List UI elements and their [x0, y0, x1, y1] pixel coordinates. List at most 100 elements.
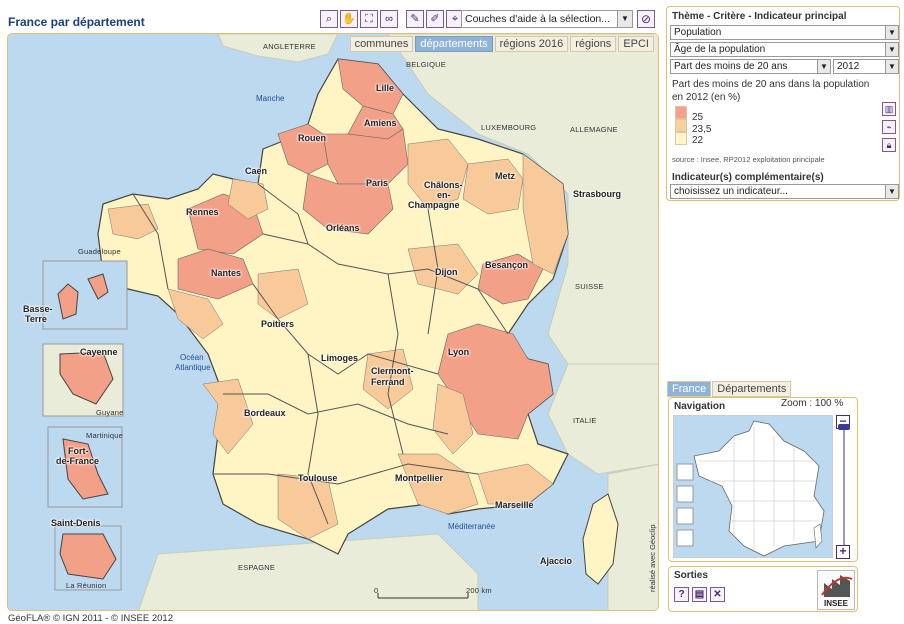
city-strasbourg[interactable]: Strasbourg	[573, 189, 621, 199]
legend-swatch-mid	[675, 119, 687, 132]
lock-icon[interactable]: 🔒︎	[882, 138, 896, 152]
country-label-allemagne: ALLEMAGNE	[570, 125, 618, 134]
theme-select[interactable]: Population ▼	[670, 25, 899, 40]
print-icon[interactable]: ▤	[692, 587, 707, 602]
legend-swatch-low	[675, 132, 687, 145]
city-poitiers[interactable]: Poitiers	[261, 319, 294, 329]
indicateur-select[interactable]: Part des moins de 20 ans ▼	[670, 59, 831, 74]
city-lyon[interactable]: Lyon	[448, 347, 469, 357]
city-nantes[interactable]: Nantes	[211, 268, 241, 278]
country-label-suisse: SUISSE	[575, 282, 604, 291]
city-clermont-2[interactable]: Ferrand	[371, 377, 405, 387]
indicator-panel: Thème - Critère - Indicateur principal P…	[666, 6, 900, 201]
city-bordeaux[interactable]: Bordeaux	[244, 408, 286, 418]
city-fort-de-france-2[interactable]: de-France	[56, 456, 99, 466]
layer-select[interactable]: Couches d'aide à la sélection... ▼	[461, 10, 633, 28]
zoom-slider-track[interactable]	[843, 418, 845, 553]
graph-icon[interactable]: ⌁	[882, 120, 896, 134]
city-caen[interactable]: Caen	[245, 166, 267, 176]
help-icon[interactable]: ?	[674, 587, 689, 602]
city-marseille[interactable]: Marseille	[495, 500, 534, 510]
city-basse-terre-2[interactable]: Terre	[25, 314, 47, 324]
city-besancon[interactable]: Besançon	[485, 260, 528, 270]
complementary-select[interactable]: choisissez un indicateur... ▼	[670, 184, 899, 199]
sea-label-mediterranee: Méditerranée	[448, 522, 496, 531]
scale-km: 200 km	[466, 586, 492, 595]
chevron-down-icon[interactable]: ▼	[817, 60, 830, 73]
zoom-in-button[interactable]: +	[836, 545, 850, 559]
map-frame[interactable]: communes départements régions 2016 régio…	[7, 33, 659, 611]
city-montpellier[interactable]: Montpellier	[395, 473, 443, 483]
year-select[interactable]: 2012 ▼	[833, 59, 899, 74]
city-rouen[interactable]: Rouen	[298, 133, 326, 143]
city-limoges[interactable]: Limoges	[321, 353, 358, 363]
indicator-title: Part des moins de 20 ans dans la populat…	[672, 79, 870, 103]
city-amiens[interactable]: Amiens	[364, 118, 397, 128]
city-ajaccio[interactable]: Ajaccio	[540, 556, 572, 566]
insee-logo: INSEE	[817, 570, 855, 610]
city-paris[interactable]: Paris	[366, 178, 388, 188]
overview-map[interactable]	[673, 415, 833, 558]
tab-communes[interactable]: communes	[349, 36, 414, 52]
city-dijon[interactable]: Dijon	[435, 267, 458, 277]
fullscreen-icon[interactable]: ⛶	[360, 10, 378, 28]
city-orleans[interactable]: Orléans	[326, 223, 360, 233]
zoom-level: Zoom : 100 %	[781, 398, 844, 409]
legend-value-low: 22	[692, 135, 704, 146]
theme-value: Population	[674, 27, 722, 38]
nav-tab-departements[interactable]: Départements	[712, 381, 792, 397]
map-toolbar: ⌕ ✋ ⛶ ∞ ✎ ✐ ⌖	[320, 10, 464, 28]
measure-icon[interactable]: ✎	[406, 10, 424, 28]
scale-zero: 0	[374, 586, 379, 595]
city-chalons-1[interactable]: Châlons-	[424, 180, 463, 190]
erase-selection-icon[interactable]: ⊘	[637, 10, 655, 28]
city-fort-de-france-1[interactable]: Fort-	[68, 446, 89, 456]
table-icon[interactable]: ▥	[882, 102, 896, 116]
close-icon[interactable]: ✕	[710, 587, 725, 602]
city-chalons-3[interactable]: Champagne	[408, 200, 460, 210]
sea-label-ocean: Océan	[180, 353, 204, 362]
choropleth-map[interactable]	[8, 34, 659, 611]
source-note: source : Insee, RP2012 exploitation prin…	[672, 155, 825, 164]
sea-label-manche: Manche	[256, 94, 285, 103]
panel-heading: Thème - Critère - Indicateur principal	[672, 11, 847, 22]
city-metz[interactable]: Metz	[495, 171, 515, 181]
level-tabs: communes départements régions 2016 régio…	[349, 36, 654, 52]
geoclip-credit: réalisé avec Géoclip	[648, 524, 657, 592]
sorties-label: Sorties	[674, 570, 708, 581]
sorties-panel: Sorties ? ▤ ✕ INSEE	[668, 566, 858, 612]
dom-label-guyane: Guyane	[96, 408, 124, 417]
city-toulouse[interactable]: Toulouse	[298, 473, 337, 483]
dom-label-martinique: Martinique	[86, 431, 124, 440]
city-lille[interactable]: Lille	[376, 83, 394, 93]
measure-area-icon[interactable]: ✐	[426, 10, 444, 28]
city-cayenne[interactable]: Cayenne	[80, 347, 118, 357]
critere-select[interactable]: Âge de la population ▼	[670, 42, 899, 57]
zoom-icon[interactable]: ⌕	[320, 10, 338, 28]
binoculars-icon[interactable]: ∞	[380, 10, 398, 28]
sea-label-atlantique: Atlantique	[175, 363, 211, 372]
chevron-down-icon[interactable]: ▼	[885, 185, 898, 198]
city-clermont-1[interactable]: Clermont-	[371, 366, 414, 376]
country-label-espagne: ESPAGNE	[238, 563, 276, 572]
nav-tab-france[interactable]: France	[667, 381, 712, 397]
city-chalons-2[interactable]: en-	[437, 190, 451, 200]
city-rennes[interactable]: Rennes	[186, 207, 219, 217]
chevron-down-icon[interactable]: ▼	[885, 43, 898, 56]
tab-epci[interactable]: EPCI	[618, 36, 654, 52]
chevron-down-icon[interactable]: ▼	[617, 11, 632, 27]
indicateur-value: Part des moins de 20 ans	[674, 61, 788, 72]
tab-regions[interactable]: régions	[570, 36, 617, 52]
city-basse-terre-1[interactable]: Basse-	[23, 304, 53, 314]
navigation-panel: France Départements Navigation Zoom : 10…	[667, 381, 858, 562]
pan-hand-icon[interactable]: ✋	[340, 10, 358, 28]
country-label-belgique: BELGIQUE	[406, 60, 446, 69]
copyright-footer: GéoFLA® © IGN 2011 - © INSEE 2012	[8, 613, 173, 624]
chevron-down-icon[interactable]: ▼	[885, 60, 898, 73]
tab-regions-2016[interactable]: régions 2016	[494, 36, 569, 52]
tab-departements[interactable]: départements	[415, 36, 493, 52]
chevron-down-icon[interactable]: ▼	[885, 26, 898, 39]
page-title: France par département	[8, 15, 145, 29]
city-saint-denis[interactable]: Saint-Denis	[51, 518, 101, 528]
zoom-slider-handle[interactable]	[838, 424, 850, 430]
